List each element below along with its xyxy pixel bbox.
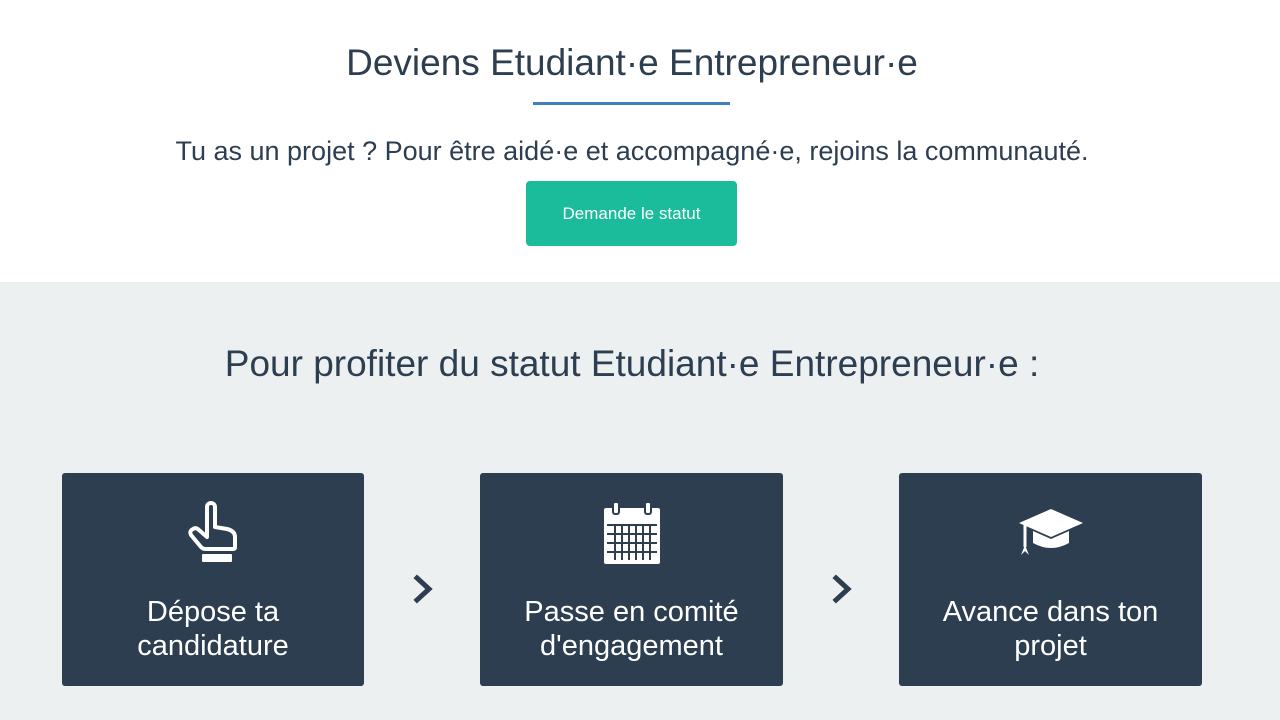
hero-subtitle: Tu as un projet ? Pour être aidé·e et ac… [175, 136, 1089, 166]
step-label-line: candidature [137, 630, 289, 662]
step-label: Passe en comité d'engagement [490, 595, 773, 663]
step-label: Avance dans ton projet [909, 595, 1192, 663]
step-label-line: d'engagement [540, 630, 723, 662]
step-card-project: Avance dans ton projet [899, 473, 1202, 686]
title-underline [533, 102, 730, 105]
graduation-cap-icon [899, 501, 1202, 565]
step-label: Dépose ta candidature [72, 595, 354, 663]
chevron-right-icon [413, 574, 433, 604]
calendar-icon [480, 501, 783, 565]
steps-section: Pour profiter du statut Etudiant·e Entre… [0, 282, 1280, 720]
step-card-apply: Dépose ta candidature [62, 473, 364, 686]
hero-section: Deviens Etudiant·e Entrepreneur·e Tu as … [0, 0, 1280, 282]
pointing-hand-icon [62, 501, 364, 565]
step-label-line: Avance dans ton [942, 596, 1159, 628]
step-card-committee: Passe en comité d'engagement [480, 473, 783, 686]
steps-section-title: Pour profiter du statut Etudiant·e Entre… [224, 343, 1040, 384]
step-label-line: Dépose ta [146, 596, 280, 628]
request-status-button[interactable]: Demande le statut [526, 181, 737, 246]
step-label-line: projet [1014, 630, 1087, 662]
step-label-line: Passe en comité [524, 596, 739, 628]
hero-title: Deviens Etudiant·e Entrepreneur·e [346, 42, 918, 83]
chevron-right-icon [832, 574, 852, 604]
